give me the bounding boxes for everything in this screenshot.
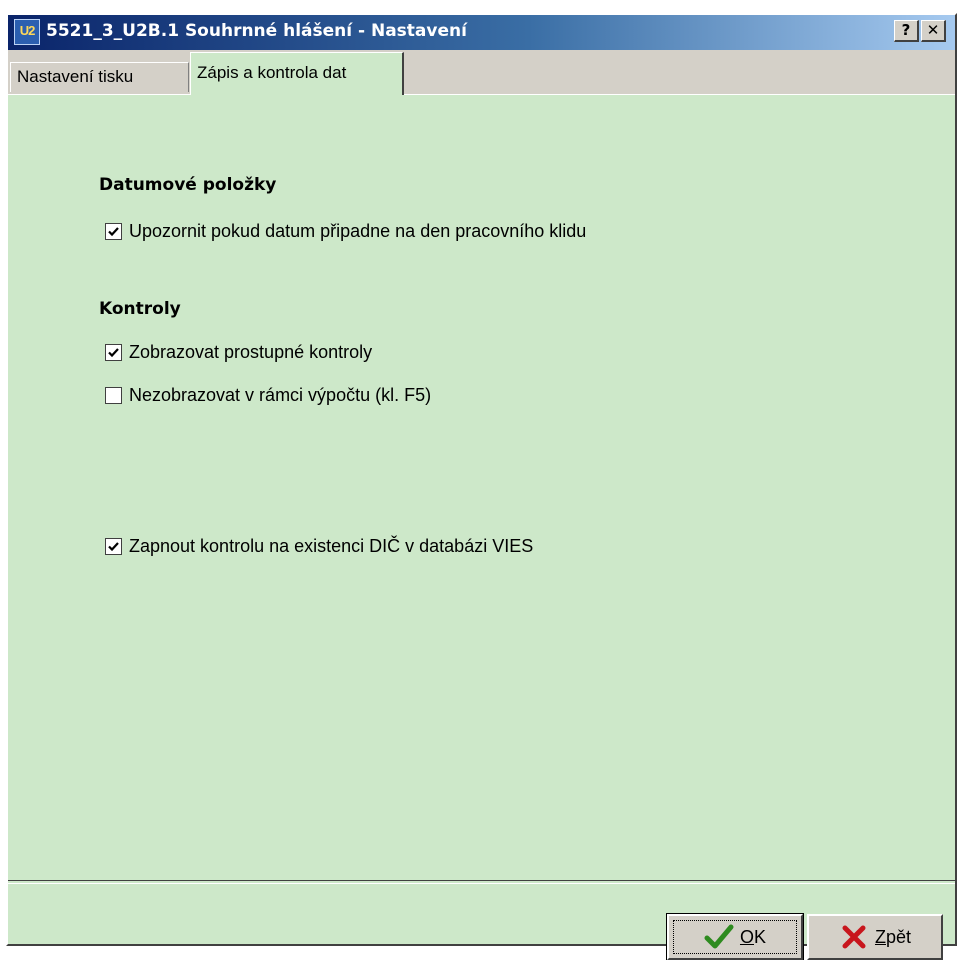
show-through-checks-option[interactable]: Zobrazovat prostupné kontroly: [105, 341, 372, 363]
dates-section-heading: Datumové položky: [99, 175, 277, 195]
weekend-date-warning-option[interactable]: Upozornit pokud datum připadne na den pr…: [105, 220, 586, 242]
close-button[interactable]: ✕: [921, 20, 946, 42]
back-button-mnemonic: Z: [874, 926, 886, 947]
vies-vat-check-option[interactable]: Zapnout kontrolu na existenci DIČ v data…: [105, 535, 533, 557]
panel-border: [8, 94, 955, 95]
vies-vat-check-checkbox[interactable]: [105, 537, 122, 555]
checks-section-heading: Kontroly: [99, 299, 181, 319]
window-title: 5521_3_U2B.1 Souhrnné hlášení - Nastaven…: [46, 21, 467, 41]
tab-print-settings[interactable]: Nastavení tisku: [10, 62, 189, 92]
show-through-checks-label: Zobrazovat prostupné kontroly: [129, 341, 373, 362]
cross-icon: [842, 925, 866, 949]
help-button[interactable]: ?: [894, 20, 919, 42]
hide-during-calculation-checkbox[interactable]: [105, 386, 122, 404]
back-button-label: Zpět: [875, 927, 911, 948]
tab-panel: Datumové položky Upozornit pokud datum p…: [8, 94, 955, 960]
hide-during-calculation-option[interactable]: Nezobrazovat v rámci výpočtu (kl. F5): [105, 384, 431, 406]
checkmark-icon: [108, 541, 119, 551]
tab-data-entry-and-checks[interactable]: Zápis a kontrola dat: [190, 52, 404, 95]
checkmark-icon: [108, 226, 119, 236]
checkmark-icon: [108, 347, 119, 357]
back-button-label-rest: pět: [885, 926, 912, 947]
title-bar[interactable]: U2 5521_3_U2B.1 Souhrnné hlášení - Nasta…: [8, 15, 955, 50]
weekend-date-warning-label: Upozornit pokud datum připadne na den pr…: [129, 220, 587, 241]
footer-divider: [8, 880, 955, 884]
vies-vat-check-label: Zapnout kontrolu na existenci DIČ v data…: [129, 535, 534, 556]
focus-rectangle: [673, 920, 797, 954]
weekend-date-warning-checkbox[interactable]: [105, 222, 122, 240]
tab-strip: Nastavení tisku Zápis a kontrola dat: [8, 50, 955, 95]
hide-during-calculation-label: Nezobrazovat v rámci výpočtu (kl. F5): [129, 384, 432, 405]
app-icon: U2: [14, 19, 40, 45]
show-through-checks-checkbox[interactable]: [105, 343, 122, 361]
ok-button[interactable]: OK: [666, 913, 804, 960]
settings-window: U2 5521_3_U2B.1 Souhrnné hlášení - Nasta…: [6, 13, 957, 960]
back-button[interactable]: Zpět: [807, 914, 943, 960]
